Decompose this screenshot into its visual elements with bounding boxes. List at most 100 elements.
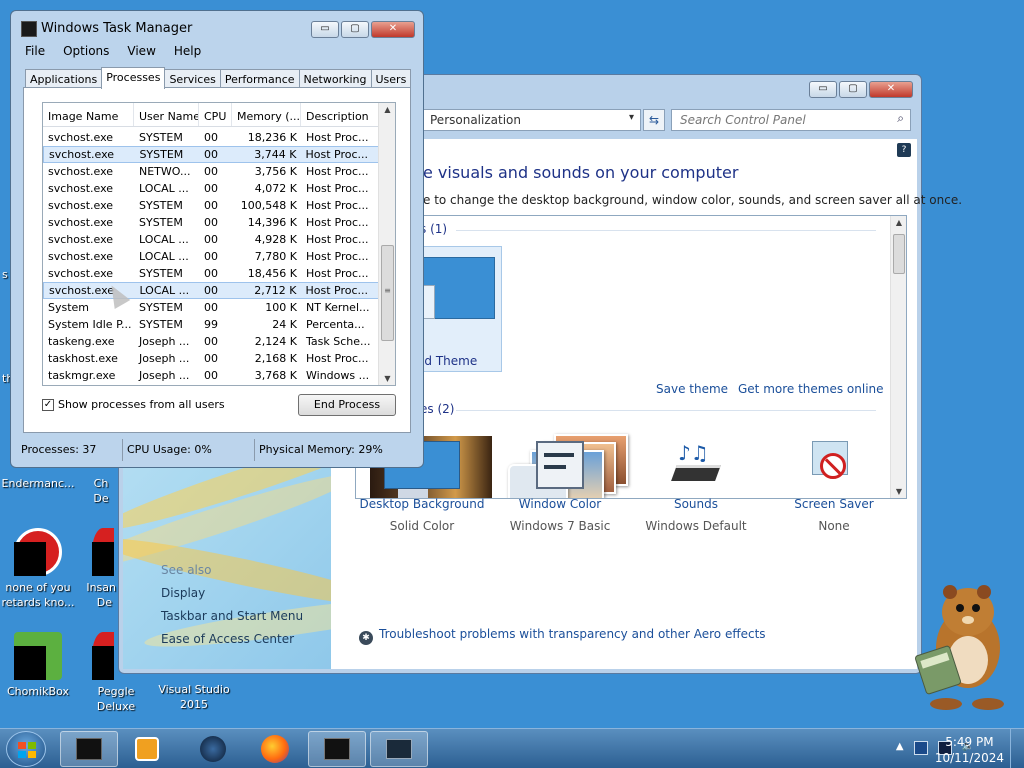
tab-services[interactable]: Services — [164, 69, 221, 89]
search-input[interactable]: Search Control Panel ⌕ — [671, 109, 911, 131]
cell-description: Host Proc... — [306, 233, 369, 246]
end-process-button[interactable]: End Process — [298, 394, 396, 416]
cell-memory: 100 K — [265, 301, 297, 314]
process-list-scrollbar[interactable]: ▲ ≡ ▼ — [378, 103, 395, 385]
column-cpu[interactable]: CPU — [199, 103, 232, 126]
cell-image-name: svchost.exe — [48, 182, 114, 195]
desktop-icon-endermanch[interactable]: Endermanc... — [0, 476, 76, 491]
setting-value: Windows 7 Basic — [509, 519, 611, 533]
cell-user-name: LOCAL ... — [139, 233, 189, 246]
table-row[interactable]: svchost.exe LOCAL ... 00 2,712 K Host Proc..… — [43, 282, 379, 299]
save-theme-link[interactable]: Save theme — [656, 382, 728, 396]
column-memory[interactable]: Memory (... — [232, 103, 301, 126]
cell-cpu: 00 — [204, 284, 219, 297]
black-app-icon — [76, 738, 102, 760]
table-row[interactable]: svchost.exe SYSTEM 00 100,548 K Host Proc... — [43, 197, 379, 214]
get-more-themes-link[interactable]: Get more themes online — [738, 382, 884, 396]
column-user-name[interactable]: User Name — [134, 103, 199, 126]
menu-options[interactable]: Options — [63, 44, 109, 58]
table-row[interactable]: taskhost.exe Joseph ... 00 2,168 K Host Proc… — [43, 350, 379, 367]
show-hidden-icons-icon[interactable]: ▲ — [896, 741, 904, 755]
see-also-taskbar[interactable]: Taskbar and Start Menu — [161, 609, 303, 623]
clock[interactable]: 5:49 PM 10/11/2024 — [935, 734, 1004, 766]
table-row[interactable]: taskeng.exe Joseph ... 00 2,124 K Task Sche.… — [43, 333, 379, 350]
close-button[interactable]: ✕ — [869, 81, 913, 98]
cell-cpu: 00 — [204, 267, 218, 280]
cell-memory: 100,548 K — [240, 199, 297, 212]
tab-users[interactable]: Users — [370, 69, 412, 89]
tab-applications[interactable]: Applications — [25, 69, 103, 89]
desktop-icon-visual-studio[interactable]: Visual Studio 2015 — [156, 682, 232, 712]
table-row[interactable]: svchost.exe LOCAL ... 00 7,780 K Host Proc..… — [43, 248, 379, 265]
refresh-icon[interactable]: ⇆ — [643, 109, 665, 131]
cell-description: Host Proc... — [306, 352, 369, 365]
table-row[interactable]: svchost.exe SYSTEM 00 3,744 K Host Proc... — [43, 146, 379, 163]
troubleshoot-label: Troubleshoot problems with transparency … — [379, 627, 766, 641]
windows-logo-icon — [18, 742, 36, 758]
minimize-button[interactable]: ▭ — [809, 81, 837, 98]
table-row[interactable]: System SYSTEM 00 100 K NT Kernel... — [43, 299, 379, 316]
search-icon[interactable]: ⌕ — [897, 111, 904, 126]
taskbar-control-panel[interactable] — [370, 731, 428, 767]
firefox-icon — [261, 735, 289, 763]
sounds-icon: ♪♫ — [658, 441, 734, 489]
taskbar-media-player[interactable] — [118, 731, 176, 767]
scroll-thumb[interactable] — [893, 234, 905, 274]
table-row[interactable]: svchost.exe SYSTEM 00 18,236 K Host Proc... — [43, 129, 379, 146]
start-button[interactable] — [6, 731, 46, 767]
see-also-display[interactable]: Display — [161, 586, 205, 600]
screen-saver-setting[interactable]: Screen Saver None — [767, 441, 901, 533]
window-color-setting[interactable]: Window Color Windows 7 Basic — [493, 441, 627, 533]
maximize-button[interactable]: ▢ — [341, 21, 369, 38]
cell-cpu: 00 — [204, 335, 218, 348]
process-list[interactable]: Image Name User Name CPU Memory (... Des… — [42, 102, 396, 386]
show-all-users-checkbox[interactable]: ✓ Show processes from all users — [42, 398, 225, 411]
table-row[interactable]: System Idle P... SYSTEM 99 24 K Percenta... — [43, 316, 379, 333]
menu-view[interactable]: View — [127, 44, 155, 58]
close-button[interactable]: ✕ — [371, 21, 415, 38]
table-row[interactable]: svchost.exe SYSTEM 00 18,456 K Host Proc... — [43, 265, 379, 282]
table-row[interactable]: svchost.exe NETWO... 00 3,756 K Host Proc... — [43, 163, 379, 180]
taskbar-task-manager[interactable] — [308, 731, 366, 767]
column-description[interactable]: Description — [301, 103, 379, 126]
tab-networking[interactable]: Networking — [298, 69, 372, 89]
setting-title: Desktop Background — [359, 497, 485, 511]
menu-help[interactable]: Help — [174, 44, 201, 58]
address-bar[interactable]: Personalization ▾ — [419, 109, 641, 131]
taskbar-firefox[interactable] — [246, 731, 304, 767]
scroll-thumb[interactable]: ≡ — [381, 245, 394, 341]
cell-image-name: svchost.exe — [48, 216, 114, 229]
see-also-ease-of-access[interactable]: Ease of Access Center — [161, 632, 294, 646]
tab-performance[interactable]: Performance — [219, 69, 300, 89]
desktop-icon-chomikbox[interactable]: ChomikBox — [0, 632, 76, 699]
help-icon[interactable]: ? — [897, 143, 911, 157]
troubleshoot-link[interactable]: ✱ Troubleshoot problems with transparency… — [359, 627, 766, 645]
table-row[interactable]: svchost.exe LOCAL ... 00 4,928 K Host Proc..… — [43, 231, 379, 248]
desktop-icon-insane[interactable]: Insan De — [62, 528, 118, 610]
processes-panel: Image Name User Name CPU Memory (... Des… — [23, 87, 411, 433]
checkbox-check-icon[interactable]: ✓ — [42, 398, 54, 411]
show-desktop-button[interactable] — [1010, 729, 1024, 768]
desktop-icon-ch[interactable]: Ch De — [84, 476, 118, 506]
cell-memory: 2,124 K — [254, 335, 297, 348]
tab-processes[interactable]: Processes — [101, 67, 166, 89]
cell-description: Host Proc... — [306, 216, 369, 229]
minimize-button[interactable]: ▭ — [311, 21, 339, 38]
cell-image-name: System Idle P... — [48, 318, 132, 331]
menu-file[interactable]: File — [25, 44, 45, 58]
sounds-setting[interactable]: ♪♫ Sounds Windows Default — [629, 441, 763, 533]
troubleshoot-icon: ✱ — [359, 631, 373, 645]
taskbar-app-3[interactable] — [184, 731, 242, 767]
maximize-button[interactable]: ▢ — [839, 81, 867, 98]
table-row[interactable]: svchost.exe SYSTEM 00 14,396 K Host Proc... — [43, 214, 379, 231]
network-icon[interactable] — [913, 741, 928, 755]
window-controls: ▭ ▢ ✕ — [311, 21, 415, 38]
column-image-name[interactable]: Image Name — [43, 103, 134, 126]
taskbar-app-1[interactable] — [60, 731, 118, 767]
cell-description: NT Kernel... — [306, 301, 370, 314]
cell-cpu: 99 — [204, 318, 218, 331]
table-row[interactable]: svchost.exe LOCAL ... 00 4,072 K Host Proc..… — [43, 180, 379, 197]
cell-image-name: svchost.exe — [48, 250, 114, 263]
table-row[interactable]: taskmgr.exe Joseph ... 00 3,768 K Windows ..… — [43, 367, 379, 384]
chevron-down-icon[interactable]: ▾ — [629, 112, 634, 123]
